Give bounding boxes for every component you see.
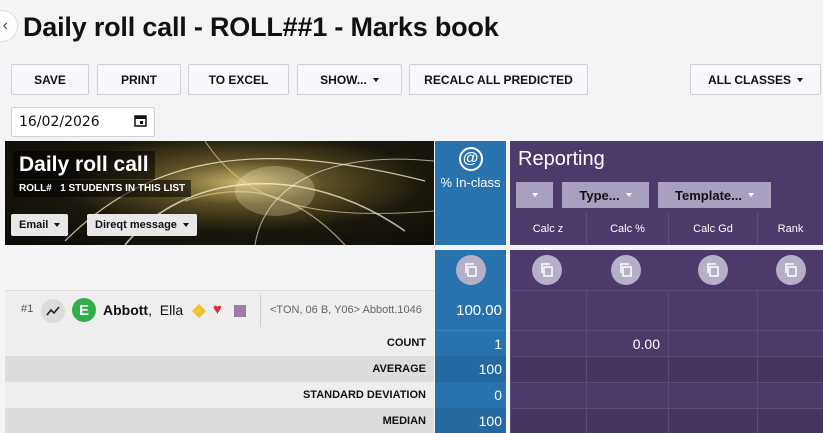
copy-icon[interactable] bbox=[532, 255, 562, 285]
reporting-title: Reporting bbox=[518, 148, 605, 170]
copy-icon[interactable] bbox=[611, 255, 641, 285]
at-icon: @ bbox=[458, 147, 483, 171]
stat-label: MEDIAN bbox=[5, 408, 434, 433]
student-firstname: Ella bbox=[159, 302, 184, 318]
recalc-button[interactable]: RECALC ALL PREDICTED bbox=[409, 64, 588, 95]
reporting-panel: Reporting Type... Template... Calc z Cal… bbox=[510, 141, 823, 245]
stat-cell bbox=[586, 382, 668, 408]
stat-cell bbox=[668, 408, 757, 433]
stat-cell bbox=[668, 330, 757, 356]
print-button[interactable]: PRINT bbox=[97, 64, 181, 95]
stat-cell bbox=[757, 382, 823, 408]
message-dropdown[interactable]: Direqt message bbox=[87, 214, 197, 236]
in-class-label: % In-class bbox=[440, 175, 501, 190]
trend-icon[interactable] bbox=[41, 299, 65, 323]
stat-in-class: 1 bbox=[435, 330, 506, 356]
stat-in-class: 100 bbox=[435, 356, 506, 382]
stat-in-class: 0 bbox=[435, 382, 506, 408]
copy-row-purple bbox=[510, 250, 823, 290]
col-calc-pct[interactable]: Calc % bbox=[586, 213, 668, 245]
template-label: Template... bbox=[675, 187, 742, 203]
diamond-icon bbox=[191, 303, 207, 319]
student-info: <TON, 06 B, Y06> Abbott.1046 bbox=[270, 304, 422, 316]
caret-down-icon bbox=[531, 193, 538, 197]
stat-cell bbox=[757, 356, 823, 382]
excel-button[interactable]: TO EXCEL bbox=[188, 64, 289, 95]
caret-down-icon bbox=[625, 193, 632, 197]
stat-cell bbox=[586, 356, 668, 382]
col-rank[interactable]: Rank bbox=[757, 213, 823, 245]
caret-down-icon bbox=[747, 193, 754, 197]
stat-cell bbox=[668, 356, 757, 382]
caret-down-icon bbox=[54, 223, 61, 227]
stat-cell bbox=[668, 382, 757, 408]
student-in-class[interactable]: 100.00 bbox=[435, 290, 506, 330]
template-dropdown[interactable]: Template... bbox=[658, 182, 771, 208]
stat-label: COUNT bbox=[5, 330, 434, 356]
stat-cell bbox=[510, 356, 586, 382]
student-number: #1 bbox=[21, 303, 34, 315]
stat-in-class: 100 bbox=[435, 408, 506, 433]
caret-down-icon bbox=[797, 77, 804, 82]
divider bbox=[260, 295, 261, 327]
email-dropdown[interactable]: Email bbox=[11, 214, 69, 236]
square-icon bbox=[234, 305, 246, 317]
student-initial-badge: E bbox=[72, 298, 96, 322]
stat-cell bbox=[510, 330, 586, 356]
col-calc-gd[interactable]: Calc Gd bbox=[668, 213, 757, 245]
copy-icon[interactable] bbox=[698, 255, 728, 285]
stat-label: STANDARD DEVIATION bbox=[5, 382, 434, 408]
cell-calc-gd[interactable] bbox=[668, 290, 757, 330]
page-title: Daily roll call - ROLL##1 - Marks book bbox=[23, 12, 499, 42]
email-label: Email bbox=[19, 219, 49, 231]
copy-icon[interactable] bbox=[456, 255, 486, 285]
type-label: Type... bbox=[579, 187, 620, 203]
roll-label: ROLL# bbox=[19, 183, 52, 194]
date-value: 16/02/2026 bbox=[19, 114, 100, 130]
banner-subtitle: ROLL# 1 STUDENTS IN THIS LIST bbox=[13, 180, 192, 197]
classes-label: ALL CLASSES bbox=[707, 72, 792, 87]
heart-icon: ♥ bbox=[213, 301, 222, 318]
chevron-left-icon: ‹ bbox=[2, 17, 8, 34]
cell-calc-pct[interactable] bbox=[586, 290, 668, 330]
calendar-icon[interactable] bbox=[134, 114, 147, 131]
col-calc-z[interactable]: Calc z bbox=[510, 213, 586, 245]
reporting-menu-button[interactable] bbox=[516, 182, 553, 208]
caret-down-icon bbox=[182, 223, 189, 227]
cell-calc-z[interactable] bbox=[510, 290, 586, 330]
save-button[interactable]: SAVE bbox=[11, 64, 89, 95]
type-dropdown[interactable]: Type... bbox=[562, 182, 649, 208]
in-class-column-header[interactable]: @ % In-class bbox=[435, 141, 506, 245]
stat-calc-pct: 0.00 bbox=[586, 330, 668, 356]
stat-cell bbox=[510, 382, 586, 408]
stat-cell bbox=[757, 408, 823, 433]
student-row[interactable]: #1 E Abbott, Ella ♥ <TON, 06 B, Y06> Abb… bbox=[5, 290, 434, 330]
stat-cell bbox=[586, 408, 668, 433]
cell-rank[interactable] bbox=[757, 290, 823, 330]
stat-cell bbox=[510, 408, 586, 433]
message-label: Direqt message bbox=[95, 219, 177, 231]
show-label: SHOW... bbox=[320, 72, 367, 87]
copy-icon[interactable] bbox=[776, 255, 806, 285]
classes-dropdown[interactable]: ALL CLASSES bbox=[690, 64, 821, 95]
stat-cell bbox=[757, 330, 823, 356]
stat-label: AVERAGE bbox=[5, 356, 434, 382]
student-name[interactable]: Abbott, Ella bbox=[103, 302, 183, 318]
caret-down-icon bbox=[372, 77, 379, 82]
student-count: 1 STUDENTS IN THIS LIST bbox=[60, 183, 186, 194]
class-banner: Daily roll call ROLL# 1 STUDENTS IN THIS… bbox=[5, 141, 434, 245]
student-surname: Abbott bbox=[103, 302, 149, 318]
date-input[interactable]: 16/02/2026 bbox=[11, 107, 155, 137]
show-dropdown[interactable]: SHOW... bbox=[297, 64, 402, 95]
back-tab[interactable]: ‹ bbox=[0, 10, 18, 42]
banner-title: Daily roll call bbox=[13, 151, 155, 179]
copy-row-blue bbox=[435, 250, 506, 290]
